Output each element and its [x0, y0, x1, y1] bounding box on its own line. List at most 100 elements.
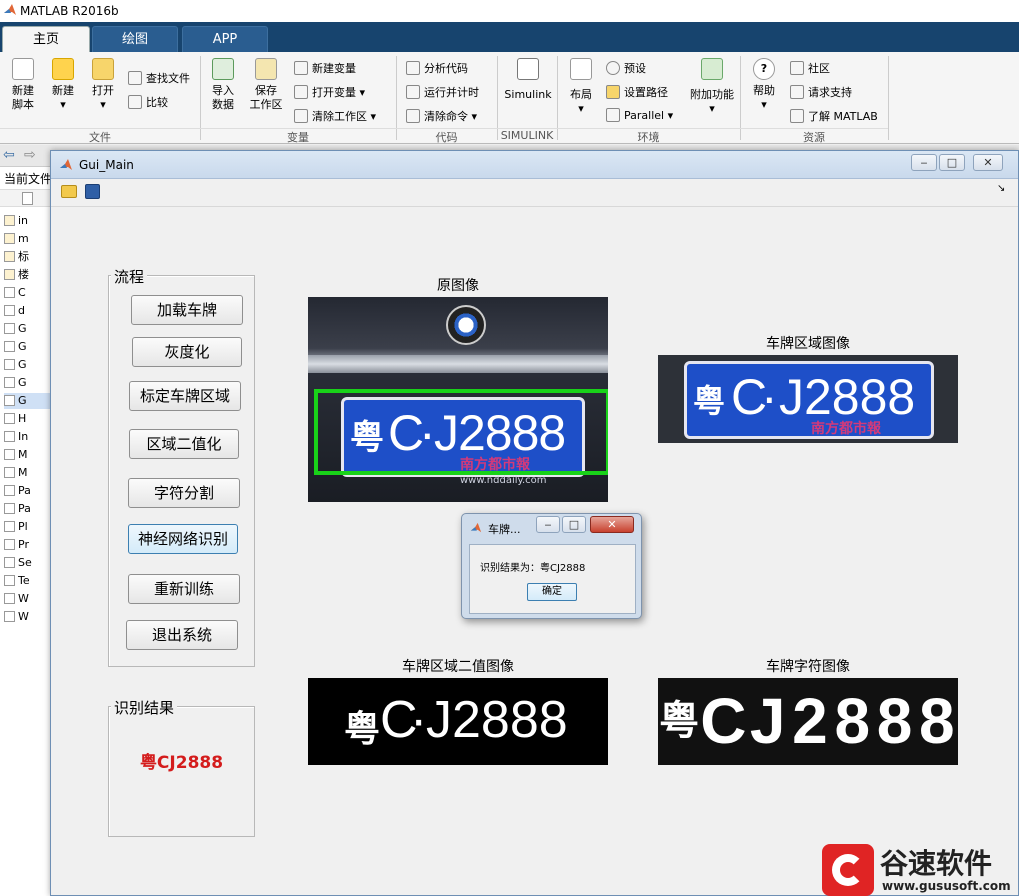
new-variable-label: 新建变量 — [312, 62, 356, 75]
save-icon[interactable] — [85, 184, 100, 199]
find-files-button[interactable]: 查找文件 — [128, 70, 190, 86]
layout-button[interactable]: 布局 ▾ — [564, 58, 598, 116]
preferences-button[interactable]: 预设 — [606, 60, 646, 76]
file-list-item[interactable]: Te — [4, 573, 52, 589]
dialog-minimize-button[interactable]: ‒ — [536, 516, 560, 533]
file-list-item[interactable]: M — [4, 447, 52, 463]
community-icon — [790, 61, 804, 75]
dialog-maximize-button[interactable]: □ — [562, 516, 586, 533]
plate-region-province: 粤 — [693, 382, 726, 420]
file-list-item[interactable]: W — [4, 609, 52, 625]
set-path-label: 设置路径 — [624, 86, 668, 99]
file-list-item[interactable]: 标 — [4, 249, 52, 265]
help-button[interactable]: ? 帮助 ▾ — [748, 58, 780, 112]
simulink-button[interactable]: Simulink — [502, 58, 554, 102]
maximize-button[interactable]: □ — [939, 154, 965, 171]
compare-button[interactable]: 比较 — [128, 94, 168, 110]
file-list-item[interactable]: d — [4, 303, 52, 319]
file-list-item[interactable]: Pa — [4, 501, 52, 517]
detection-box — [314, 389, 608, 475]
clear-commands-button[interactable]: 清除命令 ▾ — [406, 108, 477, 124]
new-script-label: 新建 脚本 — [12, 84, 34, 111]
community-button[interactable]: 社区 — [790, 60, 830, 76]
layout-icon — [570, 58, 592, 80]
open-variable-button[interactable]: 打开变量 ▾ — [294, 84, 365, 100]
save-workspace-label: 保存 工作区 — [249, 84, 283, 111]
file-list-item[interactable]: G — [4, 321, 52, 337]
file-list-item[interactable]: Pr — [4, 537, 52, 553]
help-dropdown-icon: ▾ — [761, 98, 767, 111]
file-icon — [4, 305, 15, 316]
file-list-item-label: In — [18, 430, 29, 443]
current-folder-pane: 当前文件 in m 标楼 Cd G G G G G H In M M Pa Pa Pl Pr Se Te W W — [0, 167, 52, 896]
grayscale-button[interactable]: 灰度化 — [132, 337, 242, 367]
back-arrow-icon[interactable]: ⇦ — [3, 147, 15, 163]
plate-region-caption: 车牌区域图像 — [766, 336, 850, 352]
plate-chars-image: 粤CJ2888 — [658, 678, 958, 765]
file-list-item[interactable]: W — [4, 591, 52, 607]
gususoft-brand: 谷速软件 — [880, 847, 993, 880]
file-list-item[interactable]: In — [4, 429, 52, 445]
dialog-body: 识别结果为：粤CJ2888 确定 — [469, 544, 636, 614]
file-list-item[interactable]: m — [4, 231, 52, 247]
dialog-close-button[interactable]: ✕ — [590, 516, 634, 533]
tab-home[interactable]: 主页 — [2, 26, 90, 52]
file-list-item[interactable]: in — [4, 213, 52, 229]
exit-system-button[interactable]: 退出系统 — [126, 620, 238, 650]
file-list-item[interactable]: Se — [4, 555, 52, 571]
forward-arrow-icon[interactable]: ⇨ — [24, 147, 36, 163]
request-support-button[interactable]: 请求支持 — [790, 84, 852, 100]
plate-url-text: www.nddaily.com — [460, 475, 547, 486]
file-list-item[interactable]: H — [4, 411, 52, 427]
set-path-button[interactable]: 设置路径 — [606, 84, 668, 100]
char-segment-button[interactable]: 字符分割 — [128, 478, 240, 508]
new-button[interactable]: 新建 ▾ — [46, 58, 80, 112]
tab-apps[interactable]: APP — [182, 26, 268, 52]
open-folder-icon[interactable] — [61, 185, 77, 198]
parallel-button[interactable]: Parallel ▾ — [606, 108, 673, 122]
analyze-code-button[interactable]: 分析代码 — [406, 60, 468, 76]
toolbar-overflow-icon[interactable]: ↘ — [997, 183, 1005, 194]
clear-workspace-button[interactable]: 清除工作区 ▾ — [294, 108, 376, 124]
file-list-item[interactable]: C — [4, 285, 52, 301]
tab-plots[interactable]: 绘图 — [92, 26, 178, 52]
neural-network-recognize-button[interactable]: 神经网络识别 — [128, 524, 238, 554]
save-workspace-button[interactable]: 保存 工作区 — [246, 58, 286, 112]
file-list-item-label: Pa — [18, 484, 31, 497]
file-list-item[interactable]: G — [4, 393, 52, 409]
binary-number: J2888 — [426, 691, 568, 749]
new-script-button[interactable]: 新建 脚本 — [6, 58, 40, 112]
community-label: 社区 — [808, 62, 830, 75]
segmented-char: 8 — [876, 685, 913, 757]
retrain-button[interactable]: 重新训练 — [128, 574, 240, 604]
run-and-time-button[interactable]: 运行并计时 — [406, 84, 479, 100]
file-list-item[interactable]: M — [4, 465, 52, 481]
file-list-item[interactable]: G — [4, 375, 52, 391]
file-list-item[interactable]: 楼 — [4, 267, 52, 283]
file-icon — [4, 539, 15, 550]
close-button[interactable]: ✕ — [973, 154, 1003, 171]
import-data-button[interactable]: 导入 数据 — [206, 58, 240, 112]
load-plate-button[interactable]: 加载车牌 — [131, 295, 243, 325]
bmw-logo — [446, 305, 486, 345]
file-icon — [4, 341, 15, 352]
minimize-button[interactable]: ‒ — [911, 154, 937, 171]
file-list-item[interactable]: Pa — [4, 483, 52, 499]
new-variable-button[interactable]: 新建变量 — [294, 60, 356, 76]
file-list-item[interactable]: G — [4, 357, 52, 373]
folder-column-header — [0, 189, 52, 207]
file-icon — [4, 431, 15, 442]
file-list-item-label: W — [18, 610, 29, 623]
clear-commands-label: 清除命令 — [424, 110, 468, 123]
file-icon — [4, 611, 15, 622]
learn-matlab-button[interactable]: 了解 MATLAB — [790, 108, 878, 124]
open-button[interactable]: 打开 ▾ — [86, 58, 120, 112]
region-binarize-button[interactable]: 区域二值化 — [129, 429, 239, 459]
gui-title: Gui_Main — [79, 158, 134, 172]
matlab-titlebar: MATLAB R2016b — [0, 0, 1019, 22]
dialog-ok-button[interactable]: 确定 — [527, 583, 577, 601]
file-list-item[interactable]: Pl — [4, 519, 52, 535]
file-list-item[interactable]: G — [4, 339, 52, 355]
addons-button[interactable]: 附加功能 ▾ — [688, 58, 736, 116]
locate-plate-region-button[interactable]: 标定车牌区域 — [129, 381, 241, 411]
